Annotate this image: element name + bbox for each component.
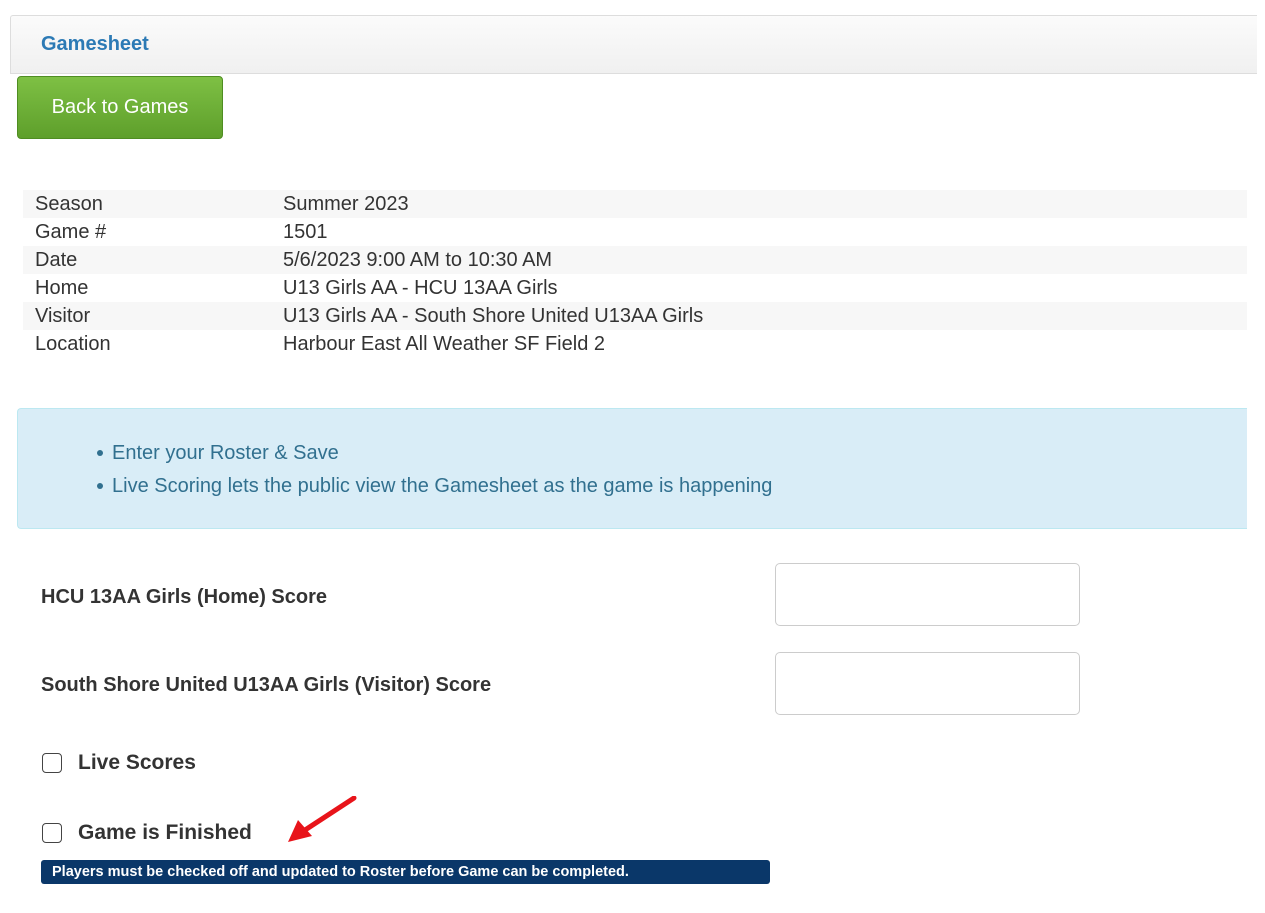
info-alert-item: Live Scoring lets the public view the Ga…: [96, 473, 772, 506]
page-title: Gamesheet: [41, 33, 149, 55]
live-scores-label[interactable]: Live Scores: [78, 751, 196, 775]
info-label: Home: [35, 276, 89, 299]
back-to-games-button[interactable]: Back to Games: [17, 76, 223, 139]
game-info-table: Season Summer 2023 Game # 1501 Date 5/6/…: [23, 190, 1247, 358]
red-arrow-icon: [288, 796, 357, 842]
game-finished-label[interactable]: Game is Finished: [78, 821, 252, 845]
info-alert: Enter your Roster & Save Live Scoring le…: [17, 408, 1247, 529]
info-alert-item: Enter your Roster & Save: [96, 440, 772, 473]
visitor-score-label: South Shore United U13AA Girls (Visitor)…: [41, 674, 492, 696]
visitor-score-input[interactable]: [775, 652, 1080, 715]
home-score-label: HCU 13AA Girls (Home) Score: [41, 586, 327, 608]
live-scores-row[interactable]: Live Scores: [42, 751, 196, 775]
game-finished-row[interactable]: Game is Finished: [42, 821, 252, 845]
home-score-input[interactable]: [775, 563, 1080, 626]
info-label: Date: [23, 246, 283, 274]
info-value: U13 Girls AA - South Shore United U13AA …: [283, 302, 1247, 330]
roster-warning-badge: Players must be checked off and updated …: [41, 860, 770, 884]
info-label: Game #: [35, 220, 107, 243]
info-value: U13 Girls AA - HCU 13AA Girls: [283, 276, 558, 299]
info-value: 5/6/2023 9:00 AM to 10:30 AM: [283, 246, 1247, 274]
panel-header: Gamesheet: [10, 15, 1257, 74]
info-alert-list: Enter your Roster & Save Live Scoring le…: [96, 440, 772, 506]
info-value: 1501: [283, 220, 328, 243]
info-row-game-number: Game # 1501: [23, 218, 1247, 246]
info-value: Harbour East All Weather SF Field 2: [283, 332, 605, 355]
info-row-season: Season Summer 2023: [23, 190, 1247, 218]
info-row-location: Location Harbour East All Weather SF Fie…: [23, 330, 1247, 358]
game-finished-checkbox[interactable]: [42, 823, 62, 843]
info-row-visitor: Visitor U13 Girls AA - South Shore Unite…: [23, 302, 1247, 330]
info-label: Location: [35, 332, 111, 355]
live-scores-checkbox[interactable]: [42, 753, 62, 773]
info-row-home: Home U13 Girls AA - HCU 13AA Girls: [23, 274, 1247, 302]
info-label: Visitor: [23, 302, 283, 330]
info-row-date: Date 5/6/2023 9:00 AM to 10:30 AM: [23, 246, 1247, 274]
info-value: Summer 2023: [283, 190, 1247, 218]
info-label: Season: [23, 190, 283, 218]
